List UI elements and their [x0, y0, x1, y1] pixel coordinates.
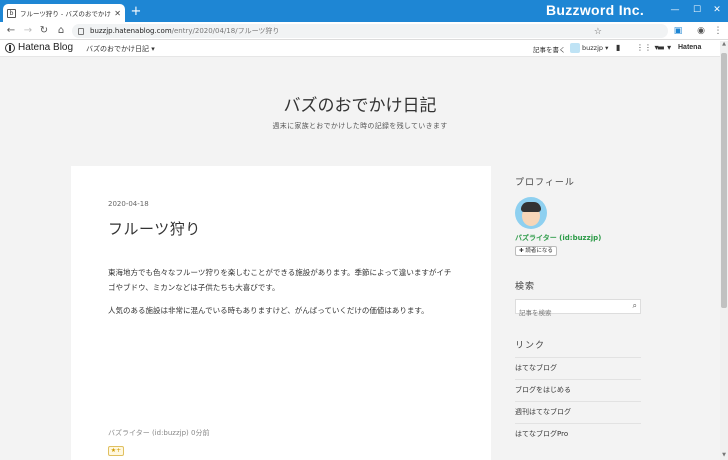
user-avatar-icon [570, 43, 580, 53]
link-item[interactable]: ブログをはじめる [515, 379, 641, 401]
address-bar[interactable]: buzzjp.hatenablog.com /entry/2020/04/18/… [72, 24, 668, 38]
url-path: /entry/2020/04/18/フルーツ狩り [171, 27, 280, 35]
links-list: はてなブログ ブログをはじめる 週刊はてなブログ はてなブログPro [515, 357, 641, 445]
close-window-button[interactable]: ✕ [706, 3, 728, 17]
links-heading: リンク [515, 341, 546, 351]
scroll-down-icon[interactable]: ▼ [720, 452, 728, 460]
article-date[interactable]: 2020-04-18 [108, 200, 149, 208]
browser-tab[interactable]: b フルーツ狩り - バズのおでかけ日記 ✕ [3, 4, 125, 22]
user-menu[interactable]: buzzjp ▾ [570, 43, 608, 53]
notification-icon[interactable]: ▬ ▾ [657, 43, 671, 52]
write-article-link[interactable]: 記事を書く [533, 44, 566, 54]
forward-button[interactable]: → [21, 24, 35, 38]
lock-icon [78, 27, 84, 35]
tab-close-icon[interactable]: ✕ [114, 9, 121, 18]
article-paragraph: 人気のある施設は非常に混んでいる時もありますけど、がんばっていくだけの価値はあり… [108, 306, 429, 315]
hatena-logo-link[interactable]: Hatena [678, 44, 701, 51]
blog-page: バズのおでかけ日記 週末に家族とおでかけした時の記録を残していきます 2020-… [0, 57, 720, 460]
search-heading: 検索 [515, 282, 536, 292]
back-button[interactable]: ← [4, 24, 18, 38]
scroll-up-icon[interactable]: ▲ [720, 41, 728, 49]
blog-menu[interactable]: バズのおでかけ日記 ▾ [86, 44, 155, 54]
window-titlebar: b フルーツ狩り - バズのおでかけ日記 ✕ + Buzzword Inc. —… [0, 0, 728, 22]
page-scrollbar[interactable]: ▲ ▼ [720, 41, 728, 460]
search-box: ⌕ [515, 299, 641, 320]
browser-toolbar: ← → ↻ ⌂ buzzjp.hatenablog.com /entry/202… [0, 22, 728, 40]
apps-grid-icon[interactable]: ⋮⋮ ▾ [636, 43, 659, 52]
bookmark-star-icon[interactable]: ☆ [594, 27, 602, 37]
maximize-button[interactable]: ☐ [686, 3, 708, 17]
link-item[interactable]: 週刊はてなブログ [515, 401, 641, 423]
tab-title: フルーツ狩り - バズのおでかけ日記 [20, 10, 111, 18]
url-host: buzzjp.hatenablog.com [90, 27, 172, 35]
menu-icon[interactable]: ⋮ [712, 25, 724, 37]
profile-icon[interactable]: ◉ [695, 25, 707, 37]
hatena-blog-logo-icon [5, 42, 15, 53]
search-icon[interactable]: ⌕ [633, 301, 637, 311]
article-paragraph: 東海地方でも色々なフルーツ狩りを楽しむことができる施設があります。季節によって違… [108, 268, 452, 292]
blog-title[interactable]: バズのおでかけ日記 [0, 91, 720, 116]
add-star-button[interactable]: ★+ [108, 446, 124, 456]
profile-name-link[interactable]: バズライター (id:buzzjp) [515, 233, 601, 243]
scroll-thumb[interactable] [721, 53, 727, 308]
home-button[interactable]: ⌂ [54, 24, 68, 38]
profile-heading: プロフィール [515, 178, 575, 188]
link-item[interactable]: はてなブログ [515, 357, 641, 379]
subscribe-button[interactable]: ✚ 読者になる [515, 246, 557, 256]
profile-avatar[interactable] [515, 197, 547, 229]
minimize-button[interactable]: — [664, 3, 686, 17]
hatena-header-bar: Hatena Blog バズのおでかけ日記 ▾ 記事を書く buzzjp ▾ ▮… [0, 41, 720, 57]
article-author-line[interactable]: バズライター (id:buzzjp) 0分前 [108, 428, 209, 438]
blog-description: 週末に家族とおでかけした時の記録を残していきます [272, 122, 448, 130]
bookmark-icon[interactable]: ▮ [616, 43, 620, 52]
article-card: 2020-04-18 フルーツ狩り 東海地方でも色々なフルーツ狩りを楽しむことが… [71, 166, 491, 460]
new-tab-button[interactable]: + [129, 5, 143, 19]
reload-button[interactable]: ↻ [37, 24, 51, 38]
brand-overlay: Buzzword Inc. [546, 2, 645, 18]
hatena-blog-logo[interactable]: Hatena Blog [5, 42, 73, 53]
extension-icon[interactable]: ▣ [672, 25, 684, 37]
article-title[interactable]: フルーツ狩り [108, 218, 201, 239]
link-item[interactable]: はてなブログPro [515, 423, 641, 445]
sidebar: プロフィール バズライター (id:buzzjp) ✚ 読者になる 検索 ⌕ リ… [515, 175, 641, 438]
hatena-blog-favicon-icon: b [7, 8, 16, 18]
avatar-hair [521, 202, 541, 212]
search-input[interactable] [516, 306, 624, 320]
